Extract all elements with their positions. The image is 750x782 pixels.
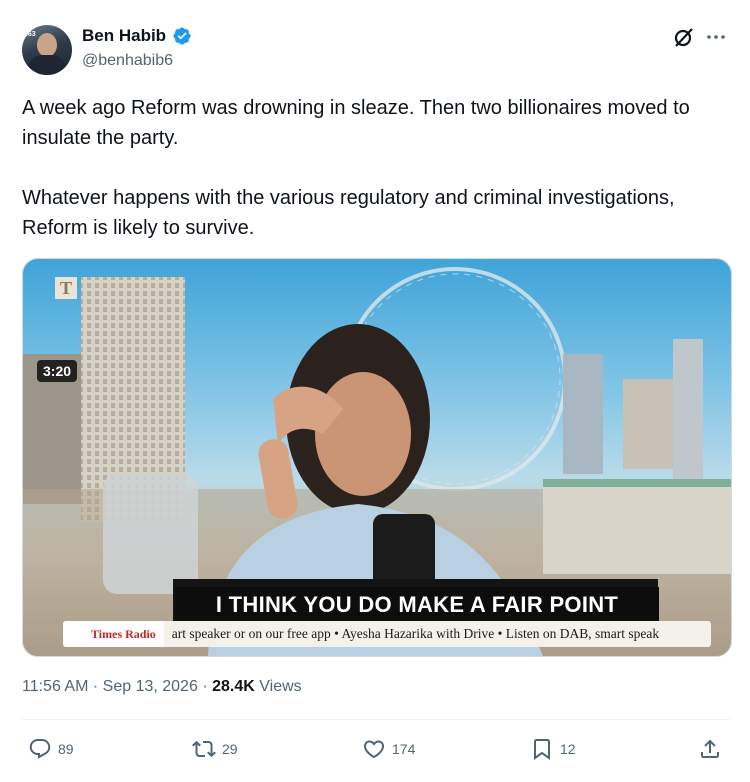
views-count[interactable]: 28.4K	[212, 678, 255, 695]
bookmark-count: 12	[560, 741, 576, 757]
like-count: 174	[392, 741, 416, 757]
like-button[interactable]: 174	[362, 737, 415, 761]
action-bar: 89 29 174 12	[22, 737, 730, 767]
more-icon[interactable]	[704, 28, 728, 46]
reply-button[interactable]: 89	[28, 737, 74, 761]
meta-separator: ·	[92, 678, 99, 695]
avatar-suit	[28, 55, 66, 75]
reply-icon	[29, 739, 51, 759]
avatar-face	[37, 33, 57, 57]
verified-badge-icon[interactable]	[172, 26, 192, 46]
share-button[interactable]	[698, 737, 722, 761]
like-icon	[363, 740, 385, 759]
author-name[interactable]: Ben Habib	[82, 26, 166, 46]
grok-icon[interactable]	[672, 25, 696, 49]
bookmark-button[interactable]: 12	[530, 737, 576, 761]
ticker-text: art speaker or on our free app • Ayesha …	[171, 626, 660, 641]
tweet-date[interactable]: Sep 13, 2026	[103, 678, 198, 695]
times-logo: T	[55, 277, 77, 299]
reply-count: 89	[58, 741, 74, 757]
news-ticker: Times Radio art speaker or on our free a…	[63, 621, 711, 647]
repost-button[interactable]: 29	[192, 737, 238, 761]
video-duration: 3:20	[37, 360, 78, 382]
tweet-meta: 11:56 AM · Sep 13, 2026 · 28.4K Views	[22, 678, 302, 696]
repost-icon	[192, 740, 216, 758]
avatar[interactable]: 863	[22, 25, 72, 75]
meta-separator: ·	[202, 678, 208, 695]
share-icon	[701, 739, 719, 758]
ticker-brand: Times Radio	[63, 621, 164, 647]
tweet-time[interactable]: 11:56 AM	[22, 678, 88, 695]
video-media[interactable]: T I THINK YOU DO MAKE A FAIR POINT Times…	[22, 258, 732, 657]
author-handle[interactable]: @benhabib6	[82, 52, 173, 70]
views-label: Views	[259, 678, 302, 695]
divider	[22, 719, 730, 720]
tweet-text: A week ago Reform was drowning in sleaze…	[22, 97, 690, 239]
video-subtitle: I THINK YOU DO MAKE A FAIR POINT	[215, 592, 619, 617]
repost-count: 29	[222, 741, 238, 757]
avatar-tag: 863	[24, 31, 36, 38]
author-name-row: Ben Habib	[82, 26, 192, 46]
bookmark-icon	[534, 739, 550, 760]
